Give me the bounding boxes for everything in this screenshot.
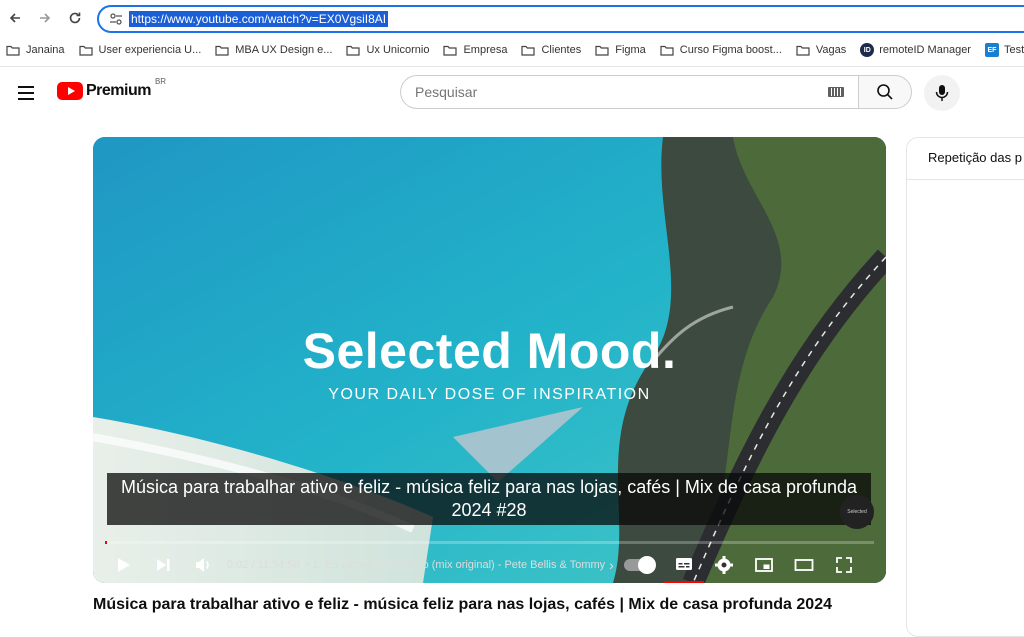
- logo-wordmark: Premium: [86, 82, 151, 99]
- bookmark-item[interactable]: Ux Unicornio: [346, 44, 429, 56]
- progress-bar[interactable]: [105, 541, 874, 544]
- chapter-title[interactable]: • 1. Eu estava te amando (mix original) …: [306, 559, 606, 571]
- arrow-left-icon: [9, 13, 20, 23]
- bookmark-item[interactable]: Empresa: [443, 44, 507, 56]
- miniplayer-icon: [754, 558, 773, 572]
- folder-icon: [78, 45, 93, 56]
- bookmark-label: Figma: [615, 44, 646, 56]
- bookmark-item[interactable]: Janaina: [6, 44, 65, 56]
- country-code: BR: [154, 76, 167, 86]
- settings-button[interactable]: [704, 547, 744, 583]
- bookmark-item[interactable]: Clientes: [521, 44, 581, 56]
- bookmark-label: Janaina: [26, 44, 65, 56]
- remoteid-favicon-icon: ID: [860, 43, 875, 57]
- chapter-chevron-icon[interactable]: ›: [609, 557, 614, 573]
- subtitles-button[interactable]: [663, 547, 704, 583]
- next-button[interactable]: [143, 547, 183, 583]
- video-title: Música para trabalhar ativo e feliz - mú…: [93, 596, 832, 613]
- channel-watermark[interactable]: Selected: [840, 495, 874, 529]
- bookmark-item[interactable]: User experiencia U...: [78, 44, 202, 56]
- guide-menu-button[interactable]: [14, 81, 38, 105]
- video-overlay-title: Selected Mood.: [302, 323, 677, 379]
- playlist-panel-header[interactable]: Repetição das p: [907, 138, 1024, 180]
- video-overlay-subtitle: YOUR DAILY DOSE OF INSPIRATION: [328, 386, 651, 403]
- reload-icon: [69, 12, 81, 24]
- folder-icon: [6, 45, 20, 56]
- skip-next-icon: [157, 559, 170, 571]
- bookmark-label: Vagas: [815, 44, 847, 56]
- voice-search-button[interactable]: [924, 75, 960, 111]
- bookmark-label: Ux Unicornio: [366, 44, 430, 56]
- reload-button[interactable]: [60, 3, 90, 33]
- folder-icon: [660, 45, 674, 56]
- playlist-panel: Repetição das p: [906, 137, 1024, 637]
- bookmark-item[interactable]: ID remoteID Manager: [860, 43, 971, 57]
- url-text[interactable]: https://www.youtube.com/watch?v=EX0VgsiI…: [129, 11, 389, 27]
- arrow-right-icon: [40, 13, 51, 23]
- hamburger-icon-bar: [18, 92, 34, 94]
- volume-icon: [196, 558, 209, 572]
- keyboard-icon[interactable]: [828, 87, 844, 97]
- youtube-play-icon: [57, 82, 83, 100]
- bookmark-item[interactable]: Vagas: [796, 44, 846, 56]
- bookmarks-bar: Janaina User experiencia U... MBA UX Desig…: [0, 38, 1024, 62]
- address-bar[interactable]: https://www.youtube.com/watch?v=EX0VgsiI…: [97, 5, 1024, 33]
- search-icon: [877, 84, 893, 100]
- folder-icon: [346, 45, 361, 56]
- mute-button[interactable]: [183, 547, 223, 583]
- youtube-premium-logo[interactable]: Premium BR: [57, 77, 166, 100]
- folder-icon: [595, 45, 609, 56]
- bookmark-label: MBA UX Design e...: [235, 44, 333, 56]
- bookmark-label: Teste de inglês: [1003, 44, 1024, 56]
- hamburger-icon-bar: [18, 98, 34, 100]
- progress-fill: [105, 541, 107, 544]
- forward-button[interactable]: [30, 3, 60, 33]
- fullscreen-button[interactable]: [824, 547, 864, 583]
- player-controls: 0:02 / 11:54:58 • 1. Eu estava te amando…: [93, 547, 886, 583]
- theater-mode-icon: [794, 559, 814, 571]
- microphone-icon: [935, 85, 949, 101]
- autoplay-toggle[interactable]: [623, 556, 656, 574]
- bookmark-item[interactable]: Curso Figma boost...: [660, 44, 782, 56]
- bookmark-label: Clientes: [541, 44, 582, 56]
- bookmark-item[interactable]: EF Teste de inglês: [984, 43, 1024, 57]
- closed-caption-text: Música para trabalhar ativo e feliz - mú…: [107, 473, 871, 525]
- closed-captions-icon: [675, 558, 692, 570]
- folder-icon: [796, 45, 810, 56]
- bookmark-label: remoteID Manager: [879, 44, 971, 56]
- time-display: 0:02 / 11:54:58: [227, 559, 300, 571]
- search-input[interactable]: Pesquisar: [400, 75, 858, 109]
- ef-favicon-icon: EF: [984, 43, 999, 57]
- video-player[interactable]: Selected Mood. YOUR DAILY DOSE OF INSPIR…: [93, 137, 886, 583]
- youtube-header: Premium BR Pesquisar: [0, 67, 1024, 119]
- bookmark-label: Curso Figma boost...: [679, 44, 782, 56]
- play-icon: [118, 558, 130, 572]
- miniplayer-button[interactable]: [744, 547, 784, 583]
- theater-mode-button[interactable]: [784, 547, 824, 583]
- gear-icon: [714, 556, 733, 574]
- folder-icon: [443, 45, 458, 56]
- bookmark-item[interactable]: MBA UX Design e...: [215, 44, 332, 56]
- site-settings-icon[interactable]: [103, 12, 129, 26]
- bookmark-label: Empresa: [463, 44, 508, 56]
- search-button[interactable]: [858, 75, 912, 109]
- folder-icon: [215, 45, 229, 56]
- bookmark-item[interactable]: Figma: [595, 44, 646, 56]
- hamburger-icon-bar: [18, 86, 34, 88]
- bookmark-label: User experiencia U...: [98, 44, 202, 56]
- fullscreen-icon: [835, 557, 852, 573]
- play-button[interactable]: [103, 547, 143, 583]
- back-button[interactable]: [0, 3, 30, 33]
- folder-icon: [521, 45, 536, 56]
- search-placeholder: Pesquisar: [415, 84, 478, 100]
